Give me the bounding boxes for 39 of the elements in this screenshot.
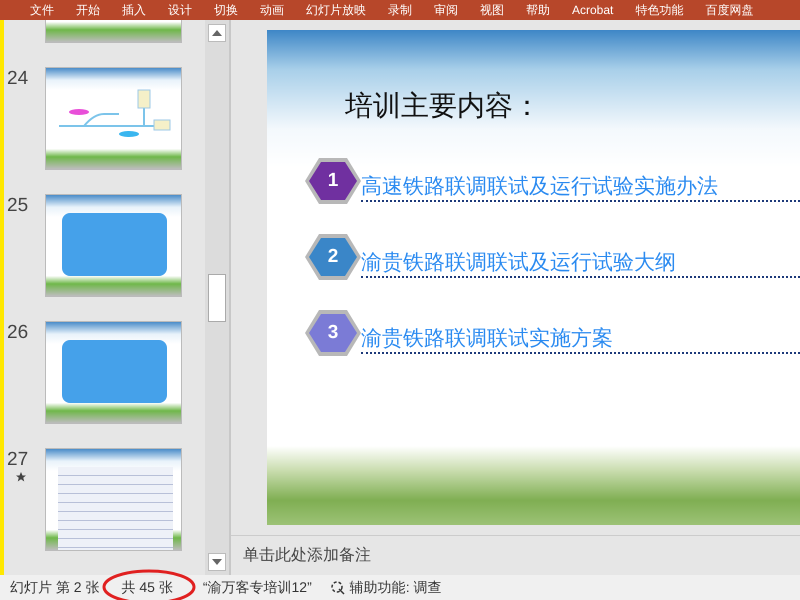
file-name: “渝万客专培训12” [202, 578, 312, 597]
agenda-item: 高速铁路联调联试及运行试验实施办法 [361, 174, 800, 202]
accessibility-icon[interactable] [330, 580, 346, 596]
number-badge: 3 [305, 310, 361, 356]
ribbon-tab[interactable]: 开始 [76, 4, 100, 16]
ribbon-tab[interactable]: 视图 [480, 4, 504, 16]
ribbon-tab[interactable]: 文件 [30, 4, 54, 16]
scroll-down-icon[interactable] [212, 559, 222, 565]
slide-total: 共 45 张 [121, 579, 173, 595]
agenda-item: 渝贵铁路联调联试实施方案 [361, 326, 800, 354]
slide-title: 培训主要内容： [345, 92, 542, 120]
slide-number: 24 [7, 69, 28, 88]
ribbon-tab[interactable]: Acrobat [572, 4, 614, 16]
slide-position: 幻灯片 第 2 张 [10, 578, 100, 597]
agenda-item: 渝贵铁路联调联试及运行试验大纲 [361, 250, 800, 278]
ribbon-tab[interactable]: 设计 [168, 4, 192, 16]
ribbon-tab[interactable]: 动画 [260, 4, 284, 16]
ribbon-tab[interactable]: 帮助 [526, 4, 550, 16]
number-badge: 2 [305, 234, 361, 280]
ribbon-tab[interactable]: 切换 [214, 4, 238, 16]
number-badge: 1 [305, 158, 361, 204]
slide-number: 26 [7, 323, 28, 342]
slide-thumbnail[interactable] [45, 321, 182, 424]
ribbon-tab[interactable]: 审阅 [434, 4, 458, 16]
slide-thumbnail[interactable] [45, 67, 182, 170]
slide-thumbnail[interactable] [45, 194, 182, 297]
ribbon-tab[interactable]: 录制 [388, 4, 412, 16]
slide-number: 25 [7, 196, 28, 215]
ribbon-tab[interactable]: 插入 [122, 4, 146, 16]
notes-placeholder[interactable]: 单击此处添加备注 [243, 544, 371, 568]
slide-thumbnail[interactable] [45, 448, 182, 551]
ribbon-tab[interactable]: 幻灯片放映 [306, 4, 366, 16]
scroll-up-icon[interactable] [212, 30, 222, 36]
scrollbar[interactable] [205, 20, 229, 575]
slide-number: 27 [7, 450, 28, 469]
ribbon-tab[interactable]: 百度网盘 [705, 4, 754, 16]
ribbon-tab[interactable]: 特色功能 [635, 4, 684, 16]
scroll-thumb[interactable] [208, 274, 226, 322]
accessibility-status[interactable]: 辅助功能: 调查 [350, 577, 442, 598]
